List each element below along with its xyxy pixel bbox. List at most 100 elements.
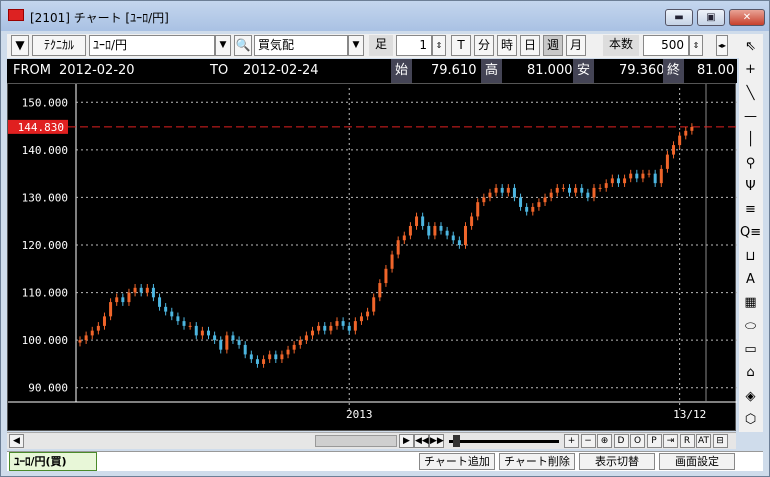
trendline-icon[interactable]: ╲ xyxy=(740,83,761,104)
price-chart[interactable]: 150.000 140.000 130.000 120.000 110.000 100.0… xyxy=(7,83,737,431)
low-value: 79.360 xyxy=(619,63,665,78)
zoom-in-icon[interactable]: + xyxy=(564,434,579,448)
o-button-icon[interactable]: O xyxy=(630,434,645,448)
side-select[interactable]: 買気配 xyxy=(254,35,348,56)
toolbar-scroll-arrows[interactable]: ◂▸ xyxy=(716,35,728,56)
zoom-slider-track[interactable] xyxy=(449,440,559,443)
ellipse-icon[interactable]: ⬭ xyxy=(740,316,761,337)
candle-body xyxy=(323,325,327,331)
pointer-icon[interactable]: ⇖ xyxy=(740,36,761,57)
maximize-button[interactable]: ▣ xyxy=(697,9,725,26)
from-label: FROM xyxy=(13,63,51,78)
qscale-icon[interactable]: Q≡ xyxy=(740,222,761,243)
candle-body xyxy=(598,187,602,189)
grid-icon[interactable]: ▦ xyxy=(740,292,761,313)
close-label: 終 xyxy=(663,59,685,83)
magnify-icon[interactable]: ⊕ xyxy=(597,434,612,448)
close-button[interactable]: ✕ xyxy=(729,9,765,26)
screen-settings-button[interactable]: 画面設定 xyxy=(659,453,735,470)
candle-body xyxy=(347,325,351,331)
candle-body xyxy=(396,240,400,255)
y-tick-label: 140.000 xyxy=(22,144,68,157)
technical-button[interactable]: ﾃｸﾆｶﾙ xyxy=(32,35,86,56)
scroll-right-button[interactable]: ▶ xyxy=(399,434,414,448)
r-button-icon[interactable]: R xyxy=(679,434,695,448)
unit-week-button[interactable]: 週 xyxy=(543,35,563,56)
toggle-view-button[interactable]: 表示切替 xyxy=(579,453,655,470)
candle-body xyxy=(525,206,529,212)
hline-icon[interactable]: — xyxy=(740,106,761,127)
candle-body xyxy=(482,197,486,203)
y-tick-label: 100.000 xyxy=(22,334,68,347)
triangle-icon[interactable]: ⌂ xyxy=(740,362,761,383)
unit-hour-button[interactable]: 時 xyxy=(497,35,517,56)
symbol-field[interactable]: ﾕｰﾛ/円 xyxy=(89,35,215,56)
count-input[interactable]: 500 xyxy=(643,35,689,56)
ashi-label: 足 xyxy=(369,35,393,56)
scroll-end-button[interactable]: ▶▶ xyxy=(429,434,444,448)
fork-icon[interactable]: Ψ xyxy=(740,176,761,197)
vline-icon[interactable]: │ xyxy=(740,129,761,150)
text-icon[interactable]: A xyxy=(740,269,761,290)
search-icon[interactable]: 🔍 xyxy=(234,35,252,56)
candle-body xyxy=(127,292,131,303)
zoom-out-icon[interactable]: − xyxy=(580,434,596,448)
scroll-start-button[interactable]: ◀◀ xyxy=(414,434,429,448)
unit-day-button[interactable]: 日 xyxy=(520,35,540,56)
eraser-icon[interactable]: ◈ xyxy=(740,386,761,407)
add-chart-button[interactable]: チャート追加 xyxy=(419,453,495,470)
p-button-icon[interactable]: P xyxy=(646,434,662,448)
chart-scroll-bar[interactable]: ◀ ▶ ◀◀ ▶▶ + − ⊕ D O P ⇥ R AT ⊟ xyxy=(7,432,736,449)
unit-minute-button[interactable]: 分 xyxy=(474,35,494,56)
candle-body xyxy=(372,297,376,312)
zoom-slider-handle[interactable] xyxy=(453,435,460,447)
y-tick-label: 130.000 xyxy=(22,191,68,204)
symbol-tab[interactable]: ﾕｰﾛ/円(買) xyxy=(9,452,97,471)
cycle-icon[interactable]: ⊔ xyxy=(740,246,761,267)
ashi-input[interactable]: 1 xyxy=(396,35,432,56)
count-stepper[interactable]: ⇕ xyxy=(689,35,703,56)
candle-body xyxy=(249,354,253,360)
at-button-icon[interactable]: AT xyxy=(696,434,711,448)
candle-body xyxy=(451,235,455,241)
candle-body xyxy=(158,297,162,307)
candle-body xyxy=(298,340,302,345)
candle-body xyxy=(537,202,541,207)
candle-body xyxy=(243,344,247,355)
layout-icon[interactable]: ⊟ xyxy=(712,434,728,448)
ashi-stepper[interactable]: ⇕ xyxy=(432,35,446,56)
unit-tick-button[interactable]: T xyxy=(451,35,471,56)
candle-body xyxy=(182,321,186,326)
candle-body xyxy=(78,340,82,343)
minimize-button[interactable]: ▬ xyxy=(665,9,693,26)
candle-body xyxy=(488,192,492,198)
candle-body xyxy=(121,297,125,303)
bell-icon[interactable]: ⚲ xyxy=(740,153,761,174)
clear-icon[interactable]: ⬡ xyxy=(740,409,761,430)
scroll-left-button[interactable]: ◀ xyxy=(9,434,24,448)
crosshair-icon[interactable]: + xyxy=(740,59,761,80)
candle-body xyxy=(353,321,357,331)
candle-body xyxy=(555,187,559,193)
d-button-icon[interactable]: D xyxy=(613,434,629,448)
delete-chart-button[interactable]: チャート削除 xyxy=(499,453,575,470)
y-tick-label: 150.000 xyxy=(22,96,68,109)
candle-body xyxy=(647,173,651,175)
rect-icon[interactable]: ▭ xyxy=(740,339,761,360)
fibo-icon[interactable]: ≡ xyxy=(740,199,761,220)
candle-body xyxy=(335,321,339,326)
candle-body xyxy=(304,335,308,341)
unit-month-button[interactable]: 月 xyxy=(566,35,586,56)
goto-end-icon[interactable]: ⇥ xyxy=(663,434,678,448)
candle-body xyxy=(610,178,614,184)
candle-body xyxy=(543,197,547,203)
symbol-dropdown-icon[interactable]: ▼ xyxy=(215,35,231,56)
menu-dropdown-button[interactable]: ▼ xyxy=(11,35,29,56)
info-bar: FROM 2012-02-20 TO 2012-02-24 始 79.610 高… xyxy=(7,59,737,83)
side-dropdown-icon[interactable]: ▼ xyxy=(348,35,364,56)
candle-body xyxy=(109,302,113,317)
candle-body xyxy=(592,187,596,198)
candle-body xyxy=(359,316,363,322)
scroll-thumb[interactable] xyxy=(315,435,397,447)
candle-body xyxy=(280,354,284,360)
